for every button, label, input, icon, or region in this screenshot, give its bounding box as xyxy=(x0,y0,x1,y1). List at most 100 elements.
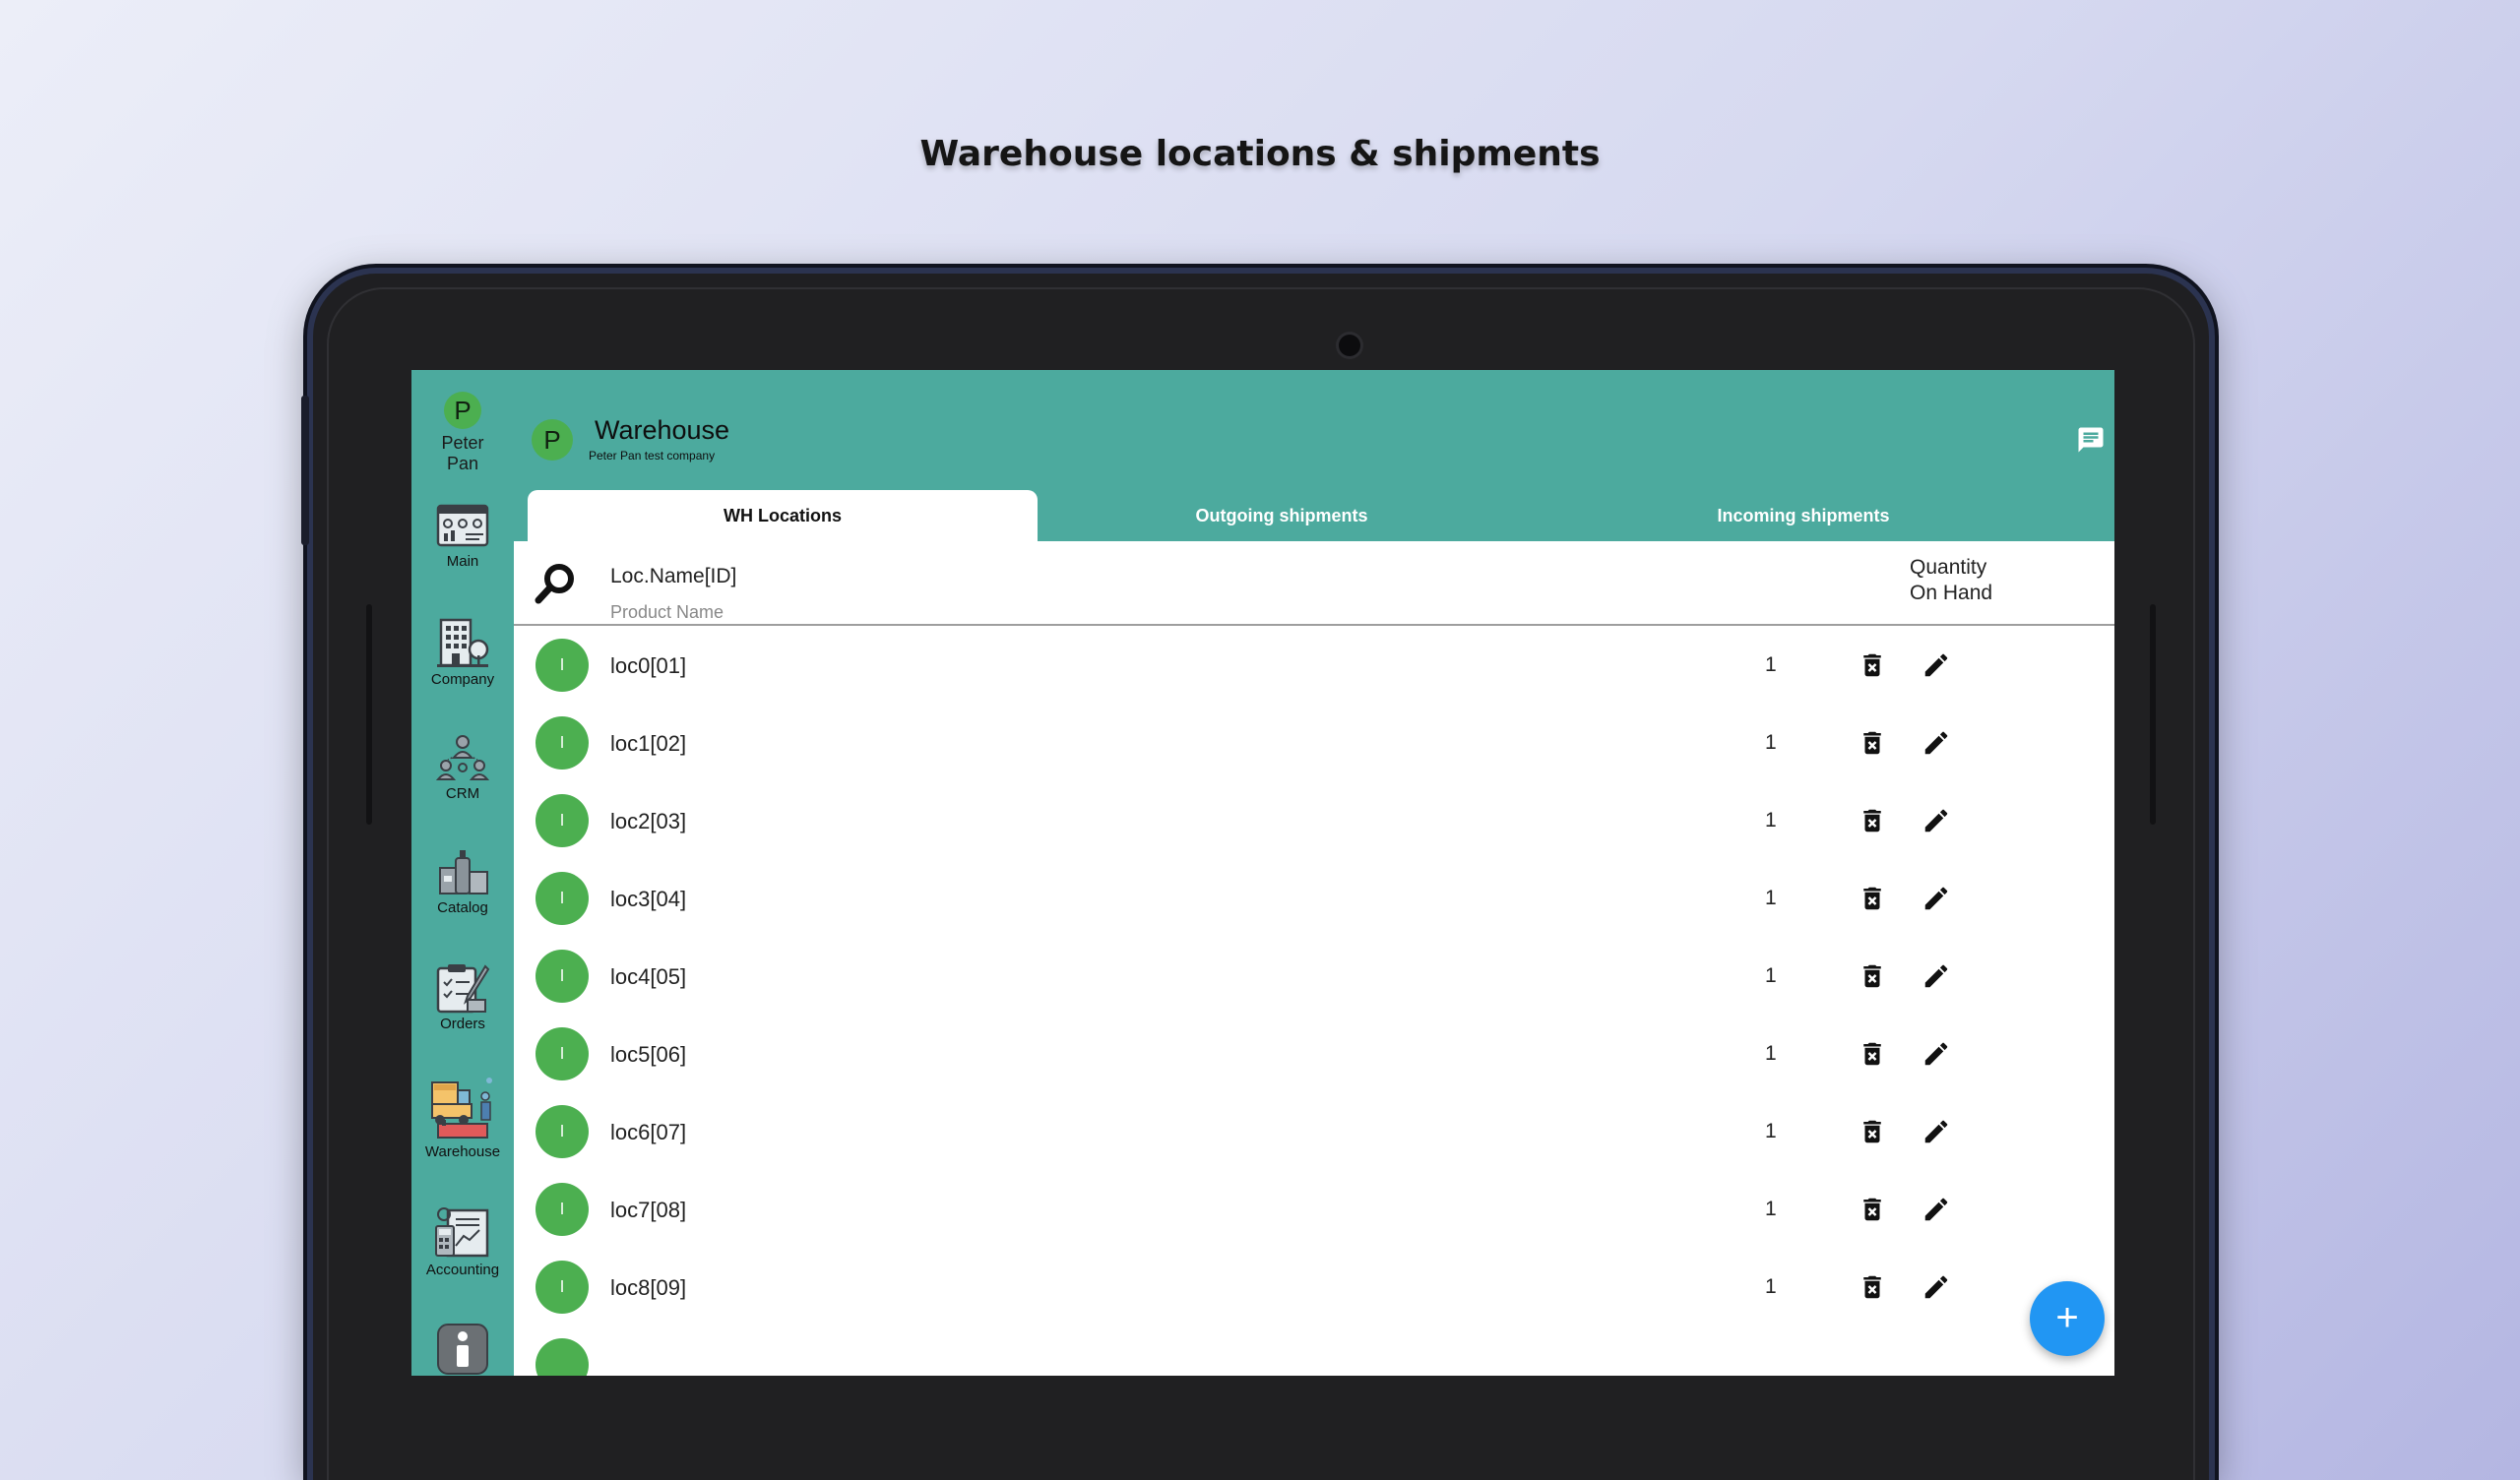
delete-icon[interactable] xyxy=(1858,806,1887,835)
location-avatar xyxy=(536,1338,589,1376)
nav-item-warehouse[interactable]: Warehouse xyxy=(411,1077,514,1160)
edit-icon[interactable] xyxy=(1922,1272,1951,1302)
tab-incoming-shipments[interactable]: Incoming shipments xyxy=(1508,490,2099,541)
nav-label-warehouse: Warehouse xyxy=(424,1143,501,1160)
info-icon xyxy=(437,1324,488,1375)
location-avatar: l xyxy=(536,950,589,1003)
location-quantity: 1 xyxy=(1765,887,1777,909)
location-quantity: 1 xyxy=(1765,1275,1777,1298)
company-name: Peter Pan test company xyxy=(589,449,716,462)
location-avatar: l xyxy=(536,639,589,692)
forklift-icon xyxy=(431,1078,492,1139)
page-headline: Warehouse locations & shipments xyxy=(919,134,1601,174)
building-icon xyxy=(437,618,489,667)
tab-wh-locations[interactable]: WH Locations xyxy=(528,490,1038,541)
location-avatar: l xyxy=(536,716,589,770)
nav-item-info[interactable] xyxy=(411,1323,514,1376)
nav-item-accounting[interactable]: Accounting xyxy=(411,1206,514,1278)
list-item[interactable]: l loc4[05] 1 xyxy=(514,937,2114,1015)
column-quantity-line2: On Hand xyxy=(1910,582,1993,604)
list-item[interactable]: l loc7[08] 1 xyxy=(514,1170,2114,1248)
app-header: P Warehouse Peter Pan test company WH Lo… xyxy=(514,370,2114,541)
location-quantity: 1 xyxy=(1765,964,1777,987)
add-location-button[interactable]: + xyxy=(2030,1281,2105,1356)
list-item[interactable]: l loc0[01] 1 xyxy=(514,626,2114,704)
nav-label-accounting: Accounting xyxy=(425,1262,500,1278)
location-quantity: 1 xyxy=(1765,731,1777,754)
nav-label-company: Company xyxy=(430,671,495,688)
nav-item-company[interactable]: Company xyxy=(411,616,514,688)
nav-item-main[interactable]: Main xyxy=(411,504,514,570)
dashboard-icon xyxy=(436,504,489,547)
list-item[interactable]: l loc3[04] 1 xyxy=(514,859,2114,937)
delete-icon[interactable] xyxy=(1858,1195,1887,1224)
location-quantity: 1 xyxy=(1765,1198,1777,1220)
user-name: Peter Pan xyxy=(441,433,484,473)
list-item[interactable]: l loc8[09] 1 xyxy=(514,1248,2114,1326)
delete-icon[interactable] xyxy=(1858,728,1887,758)
column-quantity-line1: Quantity xyxy=(1910,556,1987,579)
location-avatar: l xyxy=(536,794,589,847)
location-quantity: 1 xyxy=(1765,653,1777,676)
nav-label-crm: CRM xyxy=(445,785,480,802)
nav-label-orders: Orders xyxy=(440,1016,485,1032)
location-name: loc1[02] xyxy=(610,731,687,756)
list-item[interactable]: l loc6[07] 1 xyxy=(514,1092,2114,1170)
people-network-icon xyxy=(435,735,490,780)
tab-outgoing-shipments[interactable]: Outgoing shipments xyxy=(1065,490,1498,541)
location-name: loc2[03] xyxy=(610,809,687,833)
nav-rail: P Peter Pan Main Company CRM Catalog Ord… xyxy=(411,370,514,1376)
company-avatar[interactable]: P xyxy=(532,419,573,461)
delete-icon[interactable] xyxy=(1858,1272,1887,1302)
location-quantity: 1 xyxy=(1765,1120,1777,1142)
location-avatar: l xyxy=(536,1183,589,1236)
calculator-icon xyxy=(435,1207,489,1258)
clipboard-icon xyxy=(436,964,490,1014)
delete-icon[interactable] xyxy=(1858,1117,1887,1146)
edit-icon[interactable] xyxy=(1922,1195,1951,1224)
location-quantity: 1 xyxy=(1765,809,1777,832)
search-icon[interactable] xyxy=(534,561,579,606)
page-title: Warehouse xyxy=(595,415,730,445)
camera-icon xyxy=(1339,335,1360,356)
location-avatar: l xyxy=(536,1027,589,1080)
chat-icon[interactable] xyxy=(2075,425,2107,455)
locations-list: l loc0[01] 1 l loc1[02] 1 l loc2[03] 1 l… xyxy=(514,626,2114,1376)
list-header: Loc.Name[ID] Product Name Quantity On Ha… xyxy=(514,541,2114,626)
list-item[interactable]: l loc2[03] 1 xyxy=(514,781,2114,859)
nav-item-orders[interactable]: Orders xyxy=(411,962,514,1032)
location-name: loc8[09] xyxy=(610,1275,687,1300)
app-screen: P Peter Pan Main Company CRM Catalog Ord… xyxy=(411,370,2114,1376)
edit-icon[interactable] xyxy=(1922,961,1951,991)
nav-item-crm[interactable]: CRM xyxy=(411,732,514,802)
list-item[interactable]: l loc5[06] 1 xyxy=(514,1015,2114,1092)
delete-icon[interactable] xyxy=(1858,884,1887,913)
edit-icon[interactable] xyxy=(1922,884,1951,913)
column-quantity-on-hand: Quantity On Hand xyxy=(1910,555,1992,606)
edit-icon[interactable] xyxy=(1922,1039,1951,1069)
location-name: loc3[04] xyxy=(610,887,687,911)
location-name: loc5[06] xyxy=(610,1042,687,1067)
delete-icon[interactable] xyxy=(1858,650,1887,680)
list-item[interactable]: l loc1[02] 1 xyxy=(514,704,2114,781)
edit-icon[interactable] xyxy=(1922,650,1951,680)
column-product-name: Product Name xyxy=(610,602,724,622)
edit-icon[interactable] xyxy=(1922,728,1951,758)
location-name: loc0[01] xyxy=(610,653,687,678)
tablet-bezel-edge-right xyxy=(2150,604,2156,825)
location-avatar: l xyxy=(536,1261,589,1314)
edit-icon[interactable] xyxy=(1922,1117,1951,1146)
list-item-partial[interactable] xyxy=(514,1326,2114,1376)
nav-label-catalog: Catalog xyxy=(437,899,488,916)
delete-icon[interactable] xyxy=(1858,1039,1887,1069)
user-avatar[interactable]: P xyxy=(444,392,481,429)
nav-user[interactable]: P Peter Pan xyxy=(411,392,514,474)
products-icon xyxy=(439,850,488,894)
location-quantity: 1 xyxy=(1765,1042,1777,1065)
edit-icon[interactable] xyxy=(1922,806,1951,835)
location-name: loc6[07] xyxy=(610,1120,687,1144)
nav-item-catalog[interactable]: Catalog xyxy=(411,846,514,916)
tablet-bezel-edge-left xyxy=(366,604,372,825)
location-avatar: l xyxy=(536,872,589,925)
delete-icon[interactable] xyxy=(1858,961,1887,991)
